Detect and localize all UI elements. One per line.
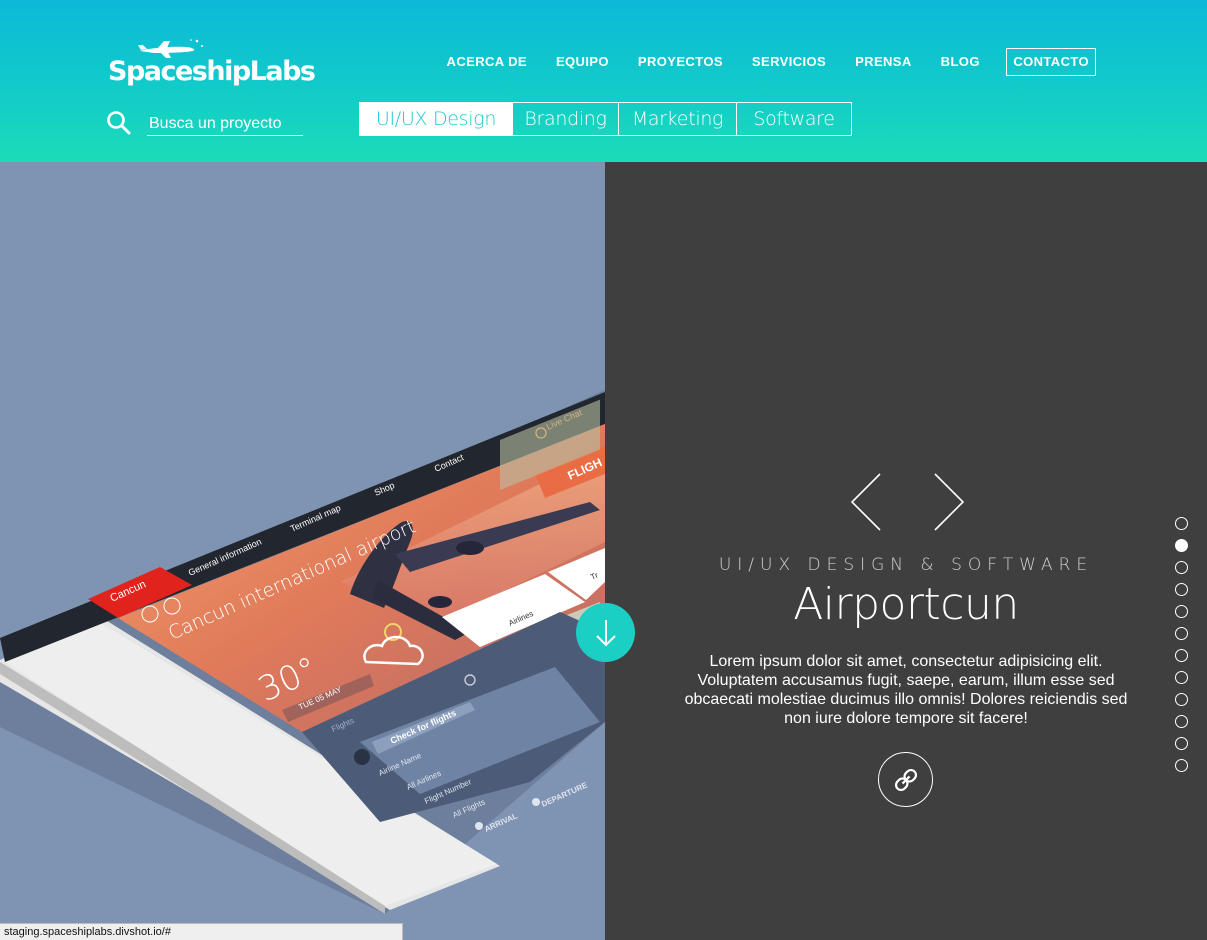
site-header: SpaceshipLabs ACERCA DE EQUIPO PROYECTOS… [0, 0, 1207, 162]
category-tabs: UI/UX Design Branding Marketing Software [359, 102, 852, 136]
nav-item-prensa[interactable]: PRENSA [841, 47, 927, 77]
mockup-departure: DEPARTURE [540, 780, 589, 808]
project-category: UI/UX DESIGN & SOFTWARE [718, 555, 1094, 575]
search-icon[interactable] [106, 110, 132, 136]
slide-pager [1175, 517, 1189, 781]
nav-item-equipo[interactable]: EQUIPO [541, 47, 623, 77]
contact-button[interactable]: CONTACTO [1006, 48, 1096, 76]
pager-dot-active[interactable] [1175, 539, 1188, 552]
pager-dot[interactable] [1175, 605, 1188, 618]
tab-marketing[interactable]: Marketing [618, 103, 736, 135]
nav-item-acerca[interactable]: ACERCA DE [432, 47, 541, 77]
pager-dot[interactable] [1175, 517, 1188, 530]
plane-icon [354, 749, 370, 765]
search-box [106, 110, 306, 138]
project-title: Airportcun [793, 579, 1019, 630]
tab-branding[interactable]: Branding [512, 103, 618, 135]
pager-dot[interactable] [1175, 561, 1188, 574]
pager-dot[interactable] [1175, 693, 1188, 706]
chevron-right-icon[interactable] [934, 473, 965, 531]
pager-dot[interactable] [1175, 715, 1188, 728]
browser-status-bar: staging.spaceshiplabs.divshot.io/# [0, 923, 403, 940]
tab-software[interactable]: Software [736, 103, 851, 135]
arrow-down-icon [595, 619, 616, 646]
pager-dot[interactable] [1175, 671, 1188, 684]
project-image-panel: Cancun General information Terminal map … [0, 162, 605, 940]
scroll-down-button[interactable] [576, 603, 635, 662]
project-description: Lorem ipsum dolor sit amet, consectetur … [684, 653, 1128, 727]
project-nav-arrows [850, 473, 965, 531]
tab-uiux-design[interactable]: UI/UX Design [360, 103, 512, 135]
project-link-button[interactable] [878, 752, 933, 807]
search-input[interactable] [147, 112, 303, 136]
link-icon [894, 768, 917, 791]
nav-item-blog[interactable]: BLOG [926, 47, 994, 77]
airport-website-mockup: Cancun General information Terminal map … [0, 390, 605, 914]
pager-dot[interactable] [1175, 627, 1188, 640]
pager-dot[interactable] [1175, 737, 1188, 750]
pager-dot[interactable] [1175, 583, 1188, 596]
nav-item-proyectos[interactable]: PROYECTOS [623, 47, 737, 77]
chevron-left-icon[interactable] [850, 473, 881, 531]
nav-item-servicios[interactable]: SERVICIOS [737, 47, 840, 77]
pager-dot[interactable] [1175, 759, 1188, 772]
pager-dot[interactable] [1175, 649, 1188, 662]
brand-logo[interactable]: SpaceshipLabs [108, 36, 316, 92]
project-info-panel: UI/UX DESIGN & SOFTWARE Airportcun Lorem… [605, 162, 1207, 940]
main-nav: ACERCA DE EQUIPO PROYECTOS SERVICIOS PRE… [432, 47, 1096, 77]
brand-name: SpaceshipLabs [108, 56, 316, 87]
